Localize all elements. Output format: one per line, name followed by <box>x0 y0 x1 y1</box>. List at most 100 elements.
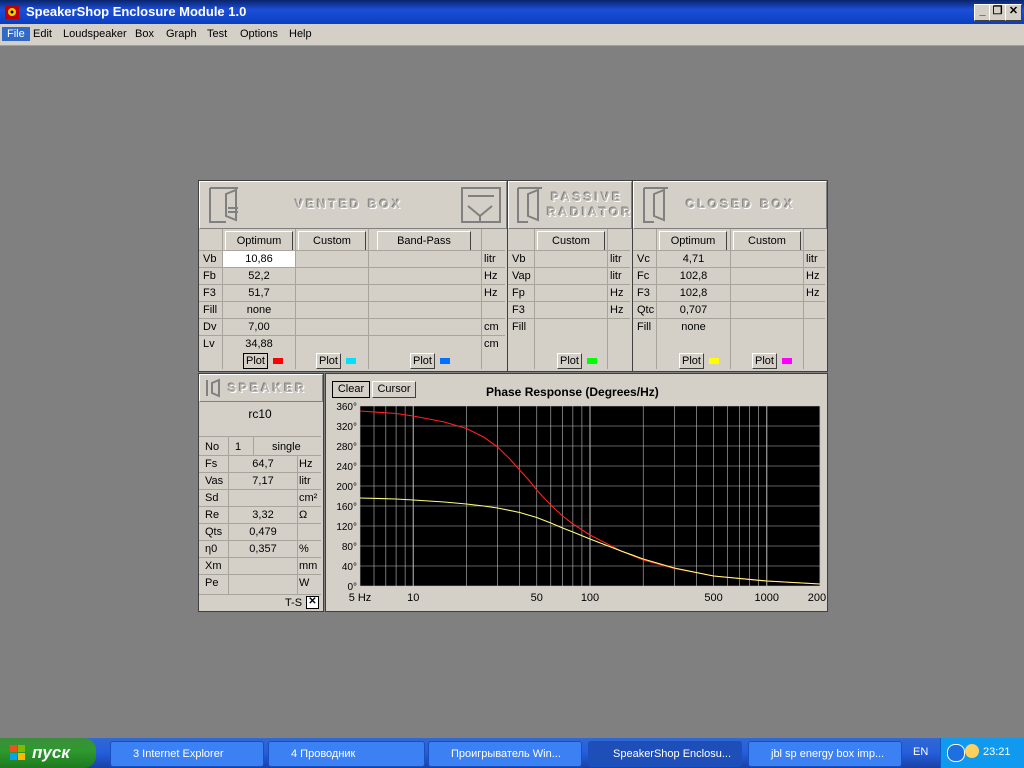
value-fc[interactable]: 102,8 <box>657 268 730 284</box>
unit-sd: cm² <box>299 492 318 504</box>
task-jbl-label: jbl sp energy box imp... <box>771 748 885 760</box>
unit-lv: cm <box>484 338 499 350</box>
passive-custom-button[interactable]: Custom <box>537 231 605 251</box>
tray-arrow-icon[interactable] <box>947 744 965 762</box>
menu-test[interactable]: Test <box>202 27 232 41</box>
task-media-player[interactable]: Проигрыватель Win... <box>428 741 582 767</box>
value-re[interactable]: 3,32 <box>229 507 297 523</box>
value-pe[interactable] <box>229 575 297 591</box>
closed-custom-button[interactable]: Custom <box>733 231 801 251</box>
row-divider <box>508 318 630 319</box>
closed-optimum-button[interactable]: Optimum <box>659 231 727 251</box>
value-fill[interactable]: none <box>657 319 730 335</box>
value-fs[interactable]: 64,7 <box>229 456 297 472</box>
task-explorer[interactable]: 4 Проводник <box>268 741 425 767</box>
menu-help[interactable]: Help <box>284 27 317 41</box>
row-label-re: Re <box>205 509 220 521</box>
menu-file[interactable]: File <box>2 27 30 41</box>
row-label-pe: Pe <box>205 577 219 589</box>
closed-box-icon <box>643 187 668 223</box>
bandpass-icon <box>461 187 501 223</box>
passive-radiator-panel: PASSIVE RADIATOR Custom Plot Vb litr Vap li… <box>507 180 633 372</box>
plot-color-green <box>587 358 597 364</box>
task-internet-explorer[interactable]: 3 Internet Explorer <box>110 741 264 767</box>
value-qts[interactable]: 0,479 <box>229 524 297 540</box>
value-fb[interactable]: 52,2 <box>223 268 295 284</box>
language-indicator[interactable]: EN <box>913 746 928 758</box>
vented-optimum-button[interactable]: Optimum <box>225 231 293 251</box>
x-tick-label: 1000 <box>755 592 779 604</box>
row-label-fp: Fp <box>512 287 525 299</box>
unit-vas: litr <box>299 475 311 487</box>
task-speakershop[interactable]: SpeakerShop Enclosu... <box>588 741 742 767</box>
menu-loudspeaker[interactable]: Loudspeaker <box>58 27 132 41</box>
task-jbl[interactable]: jbl sp energy box imp... <box>748 741 902 767</box>
phase-response-chart[interactable]: 0°40°80°120°160°200°240°280°320°360°5 Hz… <box>326 400 826 610</box>
row-label-fill: Fill <box>512 321 527 333</box>
speaker-panel: SPEAKER rc10 No 1 single T-S ✕ Fs 64,7 Hz V… <box>198 373 324 612</box>
cursor-button[interactable]: Cursor <box>372 381 416 398</box>
clear-button[interactable]: Clear <box>332 381 370 398</box>
task-media-label: Проигрыватель Win... <box>451 748 561 760</box>
row-label-fb: Fb <box>203 270 216 282</box>
value-f3[interactable]: 102,8 <box>657 285 730 301</box>
vented-bandpass-button[interactable]: Band-Pass <box>377 231 471 251</box>
tray-app-icon[interactable] <box>965 744 979 758</box>
value-sd[interactable] <box>229 490 297 506</box>
speaker-no-value[interactable]: 1 <box>235 439 241 455</box>
unit-pe: W <box>299 577 310 589</box>
value-vas[interactable]: 7,17 <box>229 473 297 489</box>
unit-fs: Hz <box>299 458 313 470</box>
y-tick-label: 80° <box>342 542 357 553</box>
menu-edit[interactable]: Edit <box>28 27 57 41</box>
row-label-vb: Vb <box>203 253 217 265</box>
unit-dv: cm <box>484 321 499 333</box>
app-icon <box>5 5 19 19</box>
graph-title: Phase Response (Degrees/Hz) <box>486 385 659 399</box>
task-speakershop-label: SpeakerShop Enclosu... <box>613 748 732 760</box>
start-label: пуск <box>32 743 70 762</box>
y-tick-label: 40° <box>342 562 357 573</box>
value-η0[interactable]: 0,357 <box>229 541 297 557</box>
row-label-vas: Vas <box>205 475 224 487</box>
close-button[interactable]: ✕ <box>1005 4 1022 21</box>
row-label-f3: F3 <box>512 304 525 316</box>
vented-optimum-plot-button[interactable]: Plot <box>243 353 268 369</box>
unit-fb: Hz <box>484 270 498 282</box>
start-button[interactable]: пуск <box>0 738 96 768</box>
speaker-name[interactable]: rc10 <box>199 402 321 437</box>
closed-custom-plot-button[interactable]: Plot <box>752 353 777 369</box>
passive-plot-button[interactable]: Plot <box>557 353 582 369</box>
plot-color-red <box>273 358 283 364</box>
restore-button[interactable]: ❐ <box>989 4 1006 21</box>
x-tick-label: 50 <box>531 592 543 604</box>
windows-logo-icon <box>10 745 25 760</box>
row-label-qtc: Qtc <box>637 304 655 316</box>
value-lv[interactable]: 34,88 <box>223 336 295 352</box>
vented-bandpass-plot-button[interactable]: Plot <box>410 353 435 369</box>
unit-vap: litr <box>610 270 622 282</box>
value-qtc[interactable]: 0,707 <box>657 302 730 318</box>
speaker-mode[interactable]: single <box>272 439 301 455</box>
unit-f3: Hz <box>806 287 820 299</box>
window-title: SpeakerShop Enclosure Module 1.0 <box>26 4 247 19</box>
passive-radiator-icon <box>517 187 542 223</box>
menu-options[interactable]: Options <box>235 27 283 41</box>
ts-checkbox[interactable]: ✕ <box>306 596 319 609</box>
vented-custom-plot-button[interactable]: Plot <box>316 353 341 369</box>
vented-custom-button[interactable]: Custom <box>298 231 366 251</box>
closed-box-title: CLOSED BOX <box>686 197 796 211</box>
x-tick-label: 5 Hz <box>349 592 372 604</box>
value-vc[interactable]: 4,71 <box>657 251 730 267</box>
menu-box[interactable]: Box <box>130 27 159 41</box>
speaker-header: SPEAKER <box>199 374 323 402</box>
x-tick-label: 100 <box>581 592 599 604</box>
closed-optimum-plot-button[interactable]: Plot <box>679 353 704 369</box>
value-vb[interactable]: 10,86 <box>223 251 295 267</box>
value-dv[interactable]: 7,00 <box>223 319 295 335</box>
unit-re: Ω <box>299 509 308 521</box>
value-xm[interactable] <box>229 558 297 574</box>
value-f3[interactable]: 51,7 <box>223 285 295 301</box>
value-fill[interactable]: none <box>223 302 295 318</box>
menu-graph[interactable]: Graph <box>161 27 202 41</box>
